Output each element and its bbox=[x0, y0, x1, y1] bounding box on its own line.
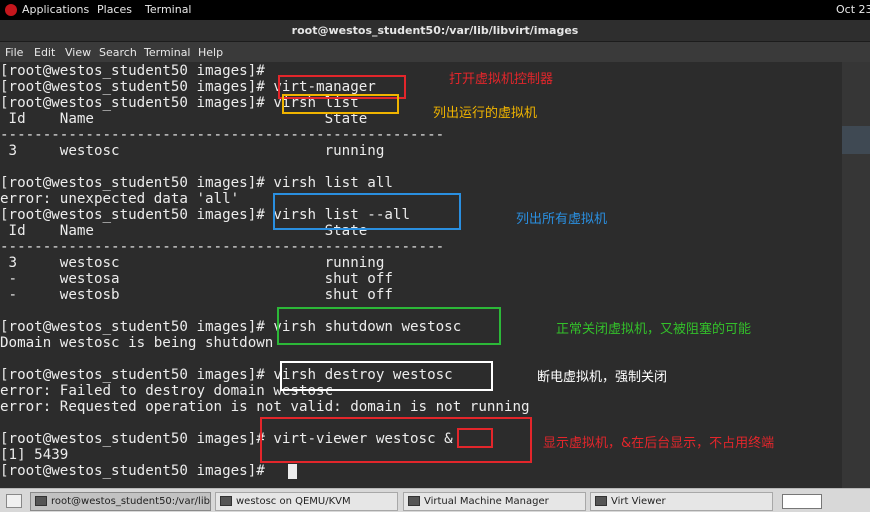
task-westosc-viewer[interactable]: westosc on QEMU/KVM bbox=[215, 492, 398, 511]
terminal-line: error: Requested operation is not valid:… bbox=[0, 399, 530, 415]
menu-search[interactable]: Search bbox=[99, 46, 137, 59]
menu-file[interactable]: File bbox=[5, 46, 23, 59]
taskbar: root@westos_student50:/var/lib... westos… bbox=[0, 488, 870, 512]
terminal-line: [root@westos_student50 images]# virsh li… bbox=[0, 175, 393, 191]
terminal-app-menu[interactable]: Terminal bbox=[145, 3, 192, 16]
task-virt-viewer-label: Virt Viewer bbox=[611, 496, 666, 507]
terminal-line: - westosa shut off bbox=[0, 271, 393, 287]
background-window-strip bbox=[842, 126, 870, 154]
terminal-line: [root@westos_student50 images]# bbox=[0, 63, 265, 79]
terminal-line: 3 westosc running bbox=[0, 255, 385, 271]
text-cursor bbox=[288, 464, 297, 479]
menu-view[interactable]: View bbox=[65, 46, 91, 59]
note-viewer: 显示虚拟机，&在后台显示，不占用终端 bbox=[543, 436, 775, 451]
show-desktop-icon[interactable] bbox=[6, 494, 22, 508]
highlight-box-shutdown bbox=[277, 307, 501, 345]
task-virt-manager-label: Virtual Machine Manager bbox=[424, 496, 549, 507]
virt-viewer-icon bbox=[220, 496, 232, 506]
highlight-box-virsh-list bbox=[282, 94, 399, 114]
terminal-line: [1] 5439 bbox=[0, 447, 69, 463]
workspace-switcher[interactable] bbox=[782, 494, 822, 509]
note-shutdown: 正常关闭虚拟机，又被阻塞的可能 bbox=[556, 322, 752, 337]
terminal-line: 3 westosc running bbox=[0, 143, 385, 159]
task-terminal[interactable]: root@westos_student50:/var/lib... bbox=[30, 492, 211, 511]
top-bar: Applications Places Terminal Oct 23 bbox=[0, 0, 870, 20]
window-title: root@westos_student50:/var/lib/libvirt/i… bbox=[0, 20, 870, 42]
highlight-box-destroy bbox=[280, 361, 493, 391]
terminal-area[interactable]: [root@westos_student50 images]# [root@we… bbox=[0, 62, 870, 488]
clock[interactable]: Oct 23 bbox=[836, 3, 870, 16]
terminal-line: - westosb shut off bbox=[0, 287, 393, 303]
menu-bar: File Edit View Search Terminal Help bbox=[0, 42, 870, 62]
virt-manager-icon bbox=[408, 496, 420, 506]
note-destroy: 断电虚拟机，强制关闭 bbox=[537, 370, 668, 385]
terminal-line: ----------------------------------------… bbox=[0, 239, 445, 255]
note-virsh-list-all: 列出所有虚拟机 bbox=[516, 212, 608, 227]
highlight-box-virsh-list-all bbox=[273, 193, 461, 230]
virt-viewer-icon bbox=[595, 496, 607, 506]
places-menu[interactable]: Places bbox=[97, 3, 132, 16]
task-virt-viewer[interactable]: Virt Viewer bbox=[590, 492, 773, 511]
redhat-logo-icon bbox=[5, 4, 17, 16]
menu-help[interactable]: Help bbox=[198, 46, 223, 59]
task-terminal-label: root@westos_student50:/var/lib... bbox=[51, 496, 211, 507]
highlight-box-ampersand bbox=[457, 428, 493, 448]
terminal-line: ----------------------------------------… bbox=[0, 127, 445, 143]
task-virt-manager[interactable]: Virtual Machine Manager bbox=[403, 492, 586, 511]
applications-menu[interactable]: Applications bbox=[22, 3, 89, 16]
note-virsh-list: 列出运行的虚拟机 bbox=[433, 106, 538, 121]
terminal-icon bbox=[35, 496, 47, 506]
terminal-line: error: unexpected data 'all' bbox=[0, 191, 240, 207]
task-westosc-label: westosc on QEMU/KVM bbox=[236, 496, 351, 507]
terminal-line: [root@westos_student50 images]# bbox=[0, 463, 265, 479]
terminal-line: Domain westosc is being shutdown bbox=[0, 335, 274, 351]
note-virt-manager: 打开虚拟机控制器 bbox=[449, 72, 554, 87]
menu-terminal[interactable]: Terminal bbox=[144, 46, 191, 59]
menu-edit[interactable]: Edit bbox=[34, 46, 55, 59]
